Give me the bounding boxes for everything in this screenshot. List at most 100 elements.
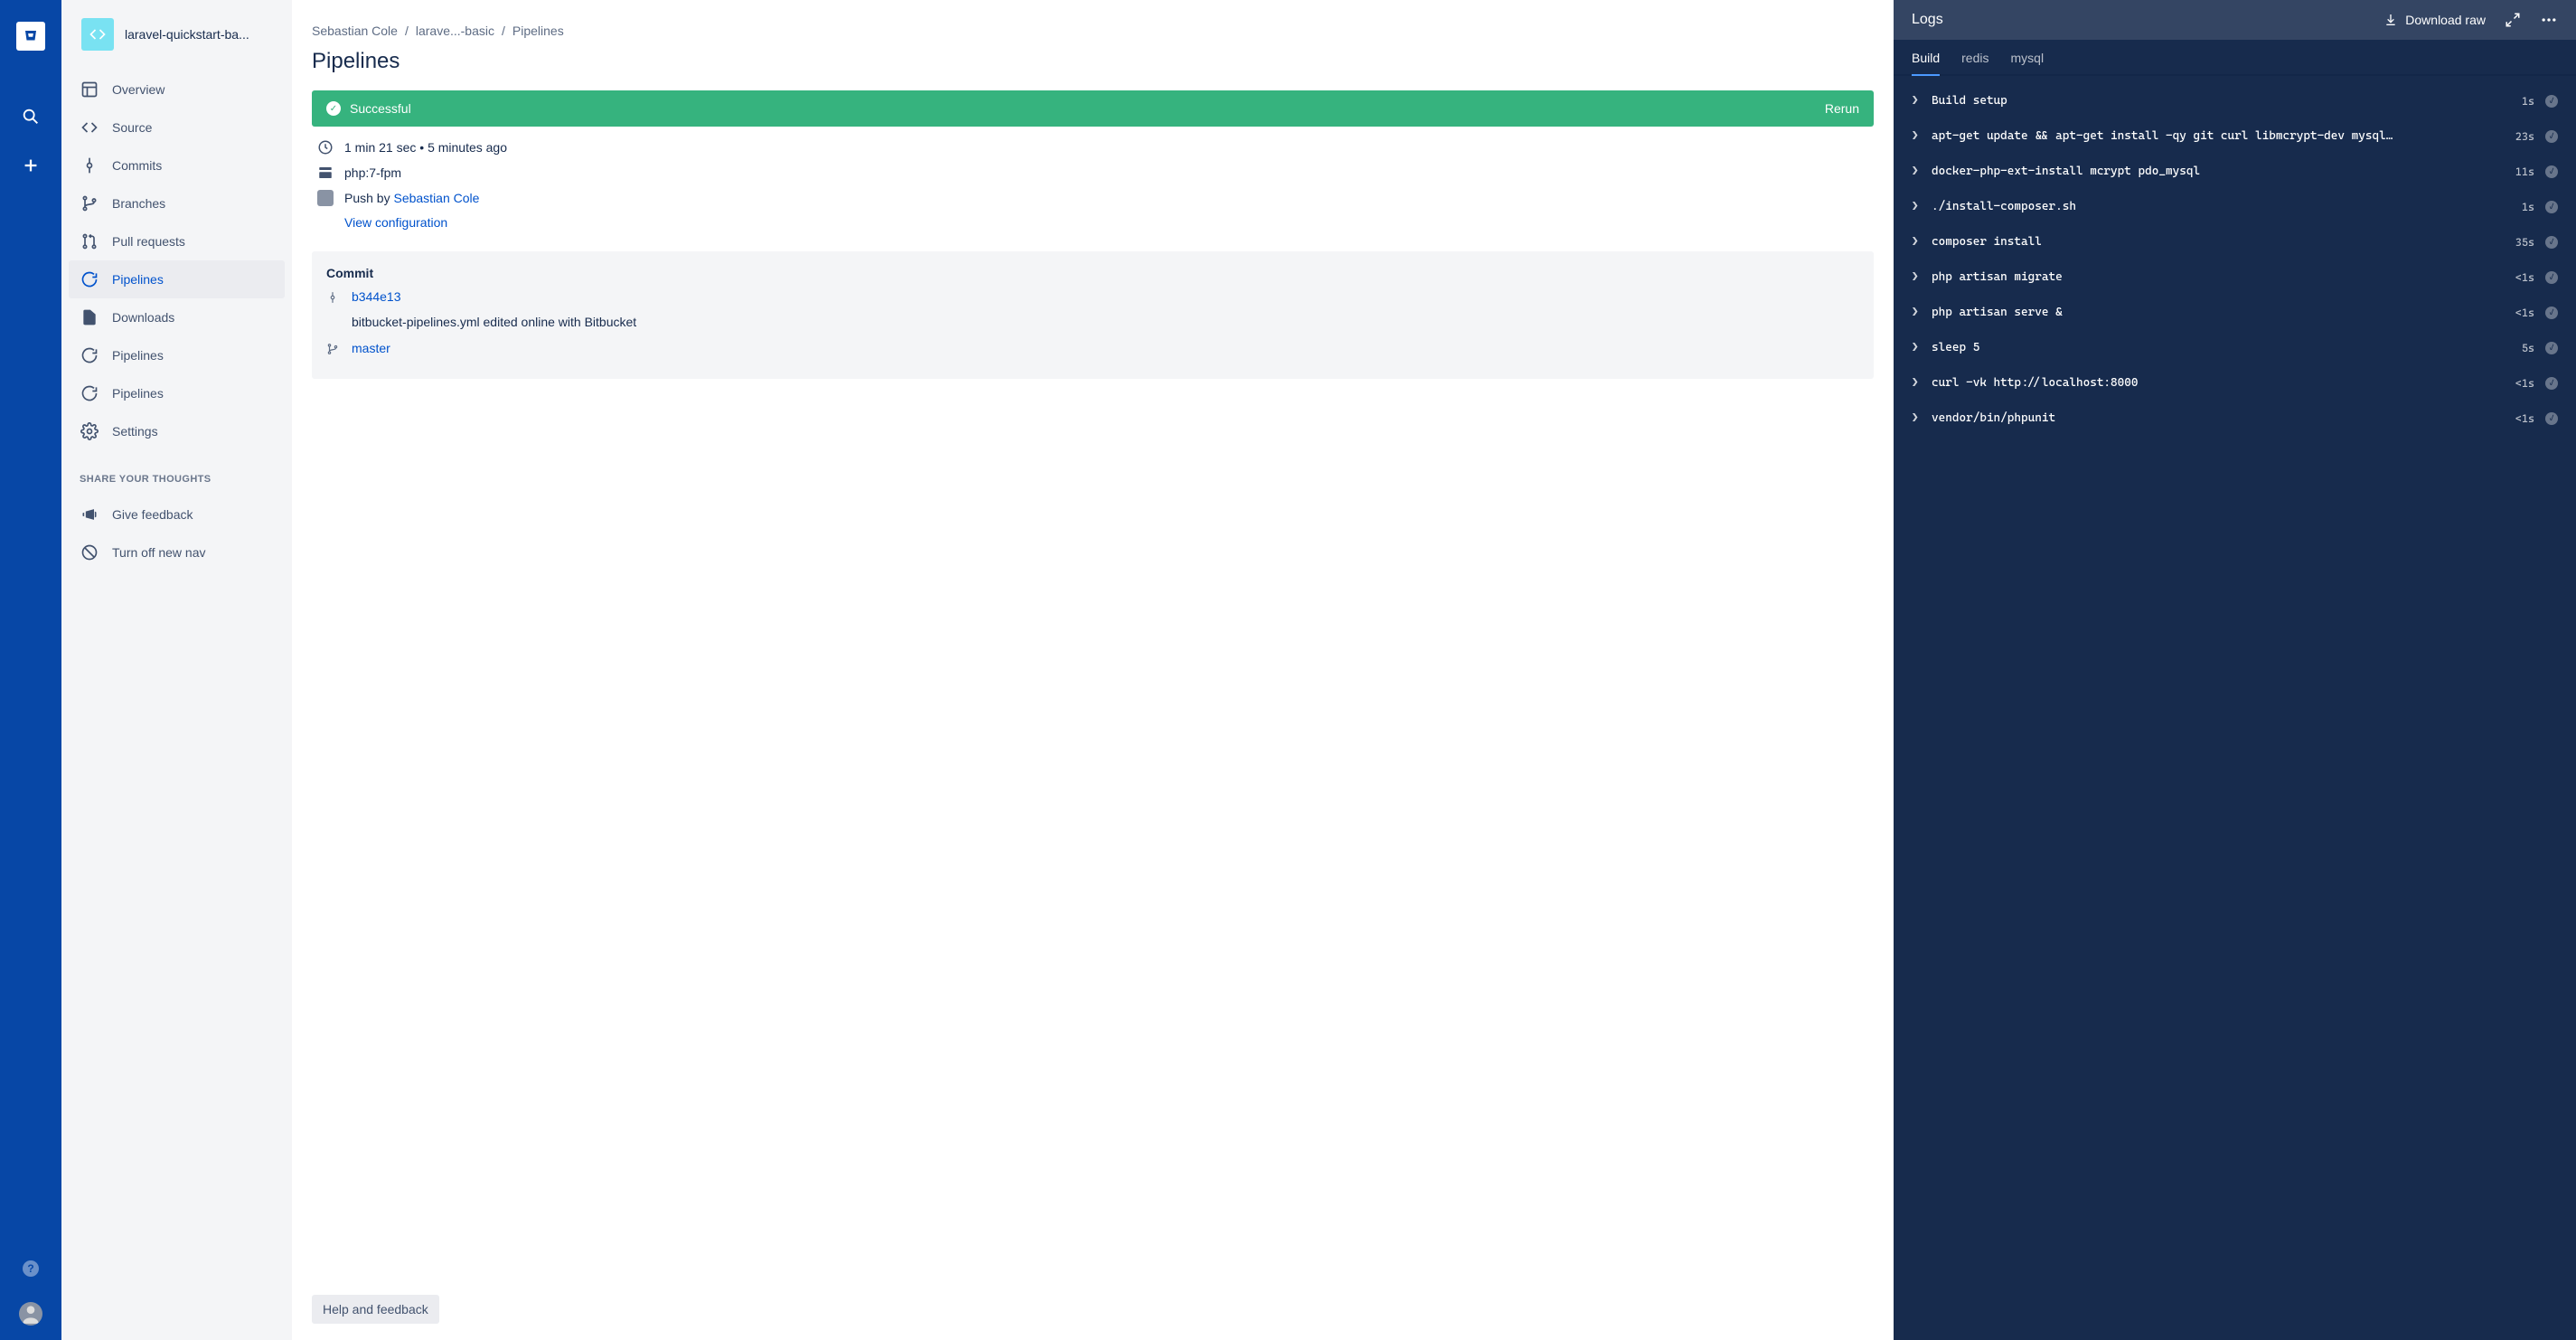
log-command: Build setup	[1932, 94, 2511, 108]
step-success-icon: ✓	[2545, 165, 2558, 178]
sidebar-item-label: Pull requests	[112, 234, 185, 249]
sidebar-item-give-feedback[interactable]: Give feedback	[69, 495, 285, 533]
status-bar: ✓ Successful Rerun	[312, 90, 1874, 127]
overview-icon	[80, 80, 99, 99]
sidebar-item-label: Overview	[112, 82, 165, 97]
sidebar-item-label: Downloads	[112, 310, 174, 325]
log-command: docker-php-ext-install mcrypt pdo_mysql	[1932, 165, 2505, 178]
author-avatar	[317, 190, 334, 206]
search-icon[interactable]	[19, 105, 42, 128]
branch-link[interactable]: master	[352, 341, 390, 355]
breadcrumb-item[interactable]: Sebastian Cole	[312, 24, 398, 38]
sidebar-item-label: Branches	[112, 196, 165, 211]
sidebar-item-label: Source	[112, 120, 152, 135]
log-tab-build[interactable]: Build	[1912, 40, 1940, 76]
sidebar-item-pull-requests[interactable]: Pull requests	[69, 222, 285, 260]
sidebar-item-downloads[interactable]: Downloads	[69, 298, 285, 336]
sidebar-item-settings[interactable]: Settings	[69, 412, 285, 450]
log-duration: <1s	[2515, 377, 2534, 390]
log-duration: <1s	[2515, 412, 2534, 425]
log-command: sleep 5	[1932, 341, 2511, 354]
page-title: Pipelines	[312, 49, 1874, 74]
sidebar-item-commits[interactable]: Commits	[69, 146, 285, 184]
step-success-icon: ✓	[2545, 201, 2558, 213]
commit-icon	[326, 291, 341, 306]
step-success-icon: ✓	[2545, 342, 2558, 354]
sidebar-item-source[interactable]: Source	[69, 109, 285, 146]
breadcrumb-item[interactable]: Pipelines	[512, 24, 564, 38]
rerun-button[interactable]: Rerun	[1825, 101, 1859, 116]
log-row[interactable]: ❯sleep 55s✓	[1894, 330, 2576, 365]
step-success-icon: ✓	[2545, 307, 2558, 319]
log-command: php artisan migrate	[1932, 270, 2505, 284]
expand-icon[interactable]	[2504, 11, 2522, 29]
repo-badge-icon	[81, 18, 114, 51]
log-command: composer install	[1932, 235, 2505, 249]
log-duration: <1s	[2515, 271, 2534, 284]
share-thoughts-heading: SHARE YOUR THOUGHTS	[61, 454, 292, 492]
chevron-right-icon: ❯	[1912, 129, 1921, 143]
log-command: vendor/bin/phpunit	[1932, 411, 2505, 425]
sidebar-item-label: Commits	[112, 158, 162, 173]
help-feedback-button[interactable]: Help and feedback	[312, 1295, 439, 1324]
sidebar-item-branches[interactable]: Branches	[69, 184, 285, 222]
sidebar-item-pipelines[interactable]: Pipelines	[69, 374, 285, 412]
bitbucket-logo[interactable]	[16, 22, 45, 51]
step-success-icon: ✓	[2545, 130, 2558, 143]
log-row[interactable]: ❯docker-php-ext-install mcrypt pdo_mysql…	[1894, 154, 2576, 189]
pipelines-icon	[80, 345, 99, 365]
content-pane: Sebastian Cole / larave...-basic / Pipel…	[292, 0, 1894, 1340]
create-icon[interactable]	[19, 154, 42, 177]
log-duration: 23s	[2515, 130, 2534, 143]
step-success-icon: ✓	[2545, 236, 2558, 249]
log-row[interactable]: ❯apt-get update && apt-get install -qy g…	[1894, 118, 2576, 154]
log-command: ./install-composer.sh	[1932, 200, 2511, 213]
commit-hash-link[interactable]: b344e13	[352, 289, 401, 304]
log-tab-mysql[interactable]: mysql	[2011, 40, 2045, 76]
log-row[interactable]: ❯php artisan migrate<1s✓	[1894, 260, 2576, 295]
author-link[interactable]: Sebastian Cole	[393, 191, 479, 205]
sidebar-item-pipelines[interactable]: Pipelines	[69, 336, 285, 374]
sidebar-item-pipelines[interactable]: Pipelines	[69, 260, 285, 298]
chevron-right-icon: ❯	[1912, 376, 1921, 390]
forbidden-icon	[80, 543, 99, 562]
success-check-icon: ✓	[326, 101, 341, 116]
log-duration: 35s	[2515, 236, 2534, 249]
commit-heading: Commit	[326, 266, 1859, 280]
image-icon	[317, 165, 334, 181]
global-nav: ?	[0, 0, 61, 1340]
sidebar-item-label: Pipelines	[112, 272, 164, 287]
chevron-right-icon: ❯	[1912, 411, 1921, 425]
user-avatar[interactable]	[19, 1302, 42, 1326]
help-icon[interactable]: ?	[23, 1260, 39, 1277]
log-row[interactable]: ❯ curl -vk http://localhost:8000 <1s ✓	[1894, 365, 2576, 401]
branches-icon	[80, 193, 99, 213]
log-duration: 5s	[2522, 342, 2534, 354]
logs-tabs: Build redis mysql	[1894, 40, 2576, 76]
download-raw-button[interactable]: Download raw	[2383, 13, 2486, 27]
log-row[interactable]: ❯./install-composer.sh1s✓	[1894, 189, 2576, 224]
log-tab-redis[interactable]: redis	[1961, 40, 1988, 76]
log-row[interactable]: ❯php artisan serve &<1s✓	[1894, 295, 2576, 330]
chevron-right-icon: ❯	[1912, 235, 1921, 249]
log-duration: 1s	[2522, 201, 2534, 213]
log-duration: <1s	[2515, 307, 2534, 319]
sidebar-item-label: Pipelines	[112, 348, 164, 363]
pipelines-icon	[80, 383, 99, 403]
log-row[interactable]: ❯Build setup1s✓	[1894, 83, 2576, 118]
log-duration: 1s	[2522, 95, 2534, 108]
log-command: curl -vk http://localhost:8000	[1932, 376, 2505, 390]
view-configuration-link[interactable]: View configuration	[344, 215, 447, 230]
commit-message: bitbucket-pipelines.yml edited online wi…	[352, 313, 1859, 332]
status-text: Successful	[350, 101, 411, 116]
repo-header[interactable]: laravel-quickstart-ba...	[61, 18, 292, 67]
breadcrumb-item[interactable]: larave...-basic	[416, 24, 494, 38]
step-success-icon: ✓	[2545, 377, 2558, 390]
sidebar-item-overview[interactable]: Overview	[69, 71, 285, 109]
clock-icon	[317, 139, 334, 156]
log-row[interactable]: ❯vendor/bin/phpunit<1s✓	[1894, 401, 2576, 436]
log-row[interactable]: ❯ composer install 35s ✓	[1894, 224, 2576, 260]
sidebar-item-turn-off-new-nav[interactable]: Turn off new nav	[69, 533, 285, 571]
more-icon[interactable]	[2540, 11, 2558, 29]
logs-title: Logs	[1912, 12, 1943, 28]
